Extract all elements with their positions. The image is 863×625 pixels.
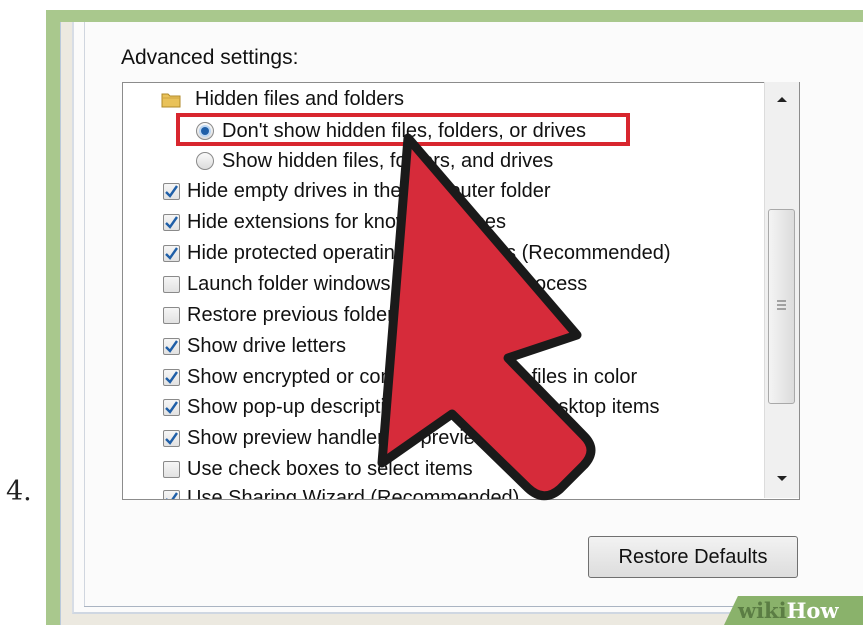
step-number: 4. [6,476,32,507]
checkbox-checked[interactable] [163,182,180,200]
checkbox-unchecked[interactable] [163,460,180,478]
setting-checkbox-show-preview-handlers[interactable]: Show preview handlers in preview pane [163,425,539,451]
setting-checkbox-hide-empty-drives[interactable]: Hide empty drives in the Computer folder [163,178,551,204]
setting-checkbox-show-drive-letters[interactable]: Show drive letters [163,333,346,359]
checkmark-icon [165,215,178,229]
checkbox-checked[interactable] [163,398,180,416]
setting-label: Show hidden files, folders, and drives [222,149,554,172]
setting-label: Show drive letters [187,334,346,357]
highlight-box [176,113,630,146]
scroll-up-button[interactable] [765,82,799,116]
setting-checkbox-use-sharing-wizard[interactable]: Use Sharing Wizard (Recommended) [163,485,520,500]
setting-checkbox-show-encrypted-color[interactable]: Show encrypted or compressed NTFS files … [163,364,637,390]
watermark-wiki: wiki [738,598,787,623]
setting-label: Hidden files and folders [195,87,405,110]
setting-checkbox-restore-previous-folders[interactable]: Restore previous folder windows at logon [163,302,553,328]
checkbox-checked[interactable] [163,337,180,355]
setting-label: Restore previous folder windows at logon [187,303,553,326]
setting-checkbox-hide-extensions[interactable]: Hide extensions for known file types [163,209,506,235]
setting-label: Show encrypted or compressed NTFS files … [187,365,638,388]
watermark-how: How [786,598,839,623]
checkmark-icon [165,339,178,353]
scroll-down-button[interactable] [765,462,799,496]
advanced-settings-label: Advanced settings: [121,46,299,69]
setting-label: Hide protected operating system files (R… [187,241,671,264]
scrollbar-thumb[interactable] [768,209,795,404]
setting-label: Use check boxes to select items [187,457,473,480]
checkmark-icon [165,431,178,445]
radio-unselected[interactable] [196,152,214,170]
checkbox-checked[interactable] [163,213,180,231]
checkmark-icon [165,184,178,198]
setting-label: Launch folder windows in a separate proc… [187,272,588,295]
setting-checkbox-use-check-boxes[interactable]: Use check boxes to select items [163,456,473,482]
checkbox-unchecked[interactable] [163,306,180,324]
checkbox-checked[interactable] [163,489,180,499]
grip-icon [777,300,786,310]
setting-radio-show-hidden[interactable]: Show hidden files, folders, and drives [196,148,553,174]
checkbox-unchecked[interactable] [163,275,180,293]
vertical-scrollbar[interactable] [764,82,799,498]
setting-label: Use Sharing Wizard (Recommended) [187,486,520,500]
folder-icon [161,93,181,108]
setting-checkbox-hide-protected-files[interactable]: Hide protected operating system files (R… [163,240,671,266]
scroll-up-arrow-icon [777,97,787,102]
setting-checkbox-launch-separate-process[interactable]: Launch folder windows in a separate proc… [163,271,587,297]
scroll-down-arrow-icon [777,476,787,481]
wikihow-watermark: wiki How [724,596,863,625]
checkbox-checked[interactable] [163,244,180,262]
panel-divider [84,22,85,606]
checkmark-icon [165,370,178,384]
setting-label: Show preview handlers in preview pane [187,426,540,449]
setting-checkbox-show-popup-description[interactable]: Show pop-up description for folder and d… [163,394,660,420]
checkmark-icon [165,400,178,414]
checkbox-checked[interactable] [163,368,180,386]
setting-label: Show pop-up description for folder and d… [187,395,660,418]
checkbox-checked[interactable] [163,429,180,447]
checkmark-icon [165,246,178,260]
setting-item-hidden-files-folder: Hidden files and folders [161,86,404,112]
checkmark-icon [165,491,178,499]
setting-label: Hide empty drives in the Computer folder [187,179,551,202]
setting-label: Hide extensions for known file types [187,210,507,233]
restore-defaults-button[interactable]: Restore Defaults [588,536,798,578]
